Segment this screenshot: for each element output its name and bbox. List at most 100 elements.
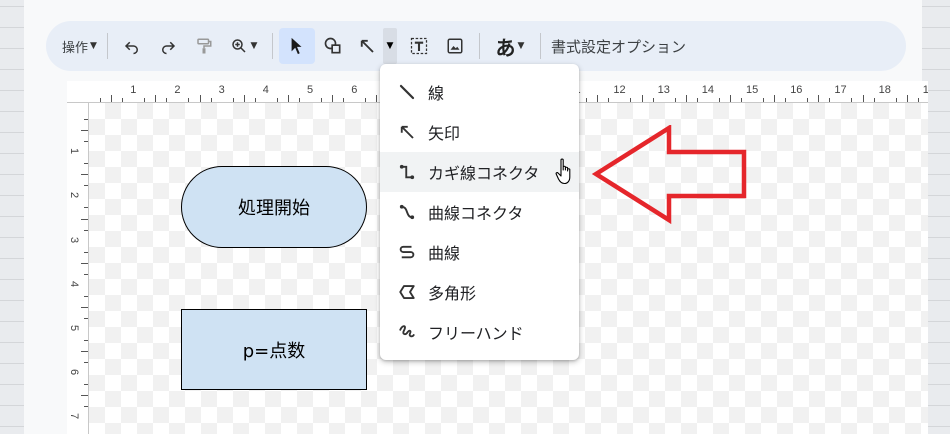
line-icon [396, 81, 418, 103]
polyline-icon [396, 281, 418, 303]
ruler-tick [254, 98, 256, 102]
ruler-tick [84, 119, 88, 121]
ruler-tick [81, 306, 88, 308]
shape-tool-button[interactable] [315, 28, 351, 64]
word-art-button[interactable]: あ ▼ [486, 28, 534, 64]
ruler-tick [84, 273, 88, 275]
ruler-number: 5 [307, 84, 314, 96]
paint-format-icon [197, 38, 212, 54]
ruler-tick [829, 98, 831, 102]
image-button[interactable] [437, 28, 473, 64]
ruler-tick [81, 130, 88, 132]
ruler-number: 5 [68, 324, 81, 332]
ruler-tick [84, 406, 88, 408]
ruler-tick [210, 98, 212, 102]
ruler-tick [851, 98, 853, 102]
shape-icon [324, 37, 341, 54]
ruler-tick [685, 95, 687, 102]
ruler-tick [84, 295, 88, 297]
menu-item-elbow-connector[interactable]: カギ線コネクタ [380, 152, 579, 192]
menu-item-curved-connector[interactable]: 曲線コネクタ [380, 192, 579, 232]
ruler-tick [917, 98, 919, 102]
image-icon [447, 38, 463, 54]
curve-icon [396, 241, 418, 263]
ruler-tick [166, 98, 168, 102]
ruler-tick [111, 95, 113, 102]
toolbar-divider [106, 33, 108, 59]
ruler-number: 18 [878, 84, 891, 96]
ruler-tick [332, 95, 334, 102]
ruler-tick [774, 95, 776, 102]
menu-item-label: 曲線コネクタ [428, 204, 524, 223]
ruler-tick [81, 351, 88, 353]
redo-button[interactable] [150, 28, 186, 64]
ruler-tick [652, 98, 654, 102]
menu-item-arrow[interactable]: 矢印 [380, 112, 579, 152]
chevron-down-icon: ▼ [250, 41, 258, 51]
ruler-tick [321, 98, 323, 102]
ruler-tick [763, 98, 765, 102]
line-tool-dropdown-button[interactable]: ▼ [382, 28, 397, 64]
toolbar-divider [478, 33, 480, 59]
ruler-tick [597, 95, 599, 102]
scribble-icon [396, 321, 418, 343]
menu-item-polyline[interactable]: 多角形 [380, 272, 579, 312]
menu-item-label: フリーハンド [428, 324, 524, 343]
ruler-number: 4 [68, 280, 81, 287]
ruler-tick [276, 98, 278, 102]
ruler-tick [895, 98, 897, 102]
vertical-ruler: 1 2 3 4 5 6 7 [67, 103, 89, 434]
line-tool-button[interactable] [351, 28, 383, 64]
ruler-tick [84, 163, 88, 165]
ruler-tick [144, 98, 146, 102]
menu-item-curve[interactable]: 曲線 [380, 232, 579, 272]
ruler-tick [740, 98, 742, 102]
menu-item-freehand[interactable]: フリーハンド [380, 312, 579, 352]
menu-item-line[interactable]: 線 [380, 72, 579, 112]
ruler-tick [365, 98, 367, 102]
arrow-icon [360, 39, 374, 53]
ruler-tick [199, 95, 201, 102]
cursor-pointer-icon [291, 37, 302, 55]
undo-icon [124, 41, 138, 55]
toolbar-divider [271, 33, 273, 59]
menu-item-label: 多角形 [428, 284, 477, 303]
chevron-down-icon: ▼ [90, 41, 97, 51]
ruler-tick [718, 98, 720, 102]
ruler-tick [862, 95, 864, 102]
ruler-number: 6 [68, 369, 81, 376]
ruler-tick [785, 98, 787, 102]
ruler-tick [188, 98, 190, 102]
select-tool-button[interactable] [278, 28, 315, 64]
flowchart-process-shape[interactable]: p=点数 [181, 309, 367, 390]
ruler-number: 17 [834, 84, 847, 96]
menu-item-label: 矢印 [428, 124, 461, 143]
format-options-button[interactable]: 書式設定オプション [547, 28, 690, 64]
text-box-button[interactable] [401, 28, 437, 64]
ruler-tick [376, 95, 378, 102]
ruler-tick [122, 98, 124, 102]
ruler-number: 1 [130, 84, 137, 96]
ruler-number: 12 [613, 84, 626, 96]
elbow-connector-icon [396, 161, 418, 183]
zoom-button[interactable]: ▼ [222, 28, 266, 64]
ruler-number: 15 [746, 84, 759, 96]
actions-menu-button[interactable]: 操作 ▼ [58, 28, 101, 64]
ruler-tick [155, 95, 157, 102]
line-type-menu: 線 矢印 カギ線コネクタ 曲線コネクタ 曲線 多角形 フリーハンド [380, 64, 579, 360]
undo-button[interactable] [114, 28, 150, 64]
ruler-number: 2 [174, 84, 181, 96]
ruler-tick [298, 98, 300, 102]
paint-format-button[interactable] [186, 28, 222, 64]
ruler-tick [608, 98, 610, 102]
ruler-number: 7 [68, 413, 81, 420]
ruler-number: 2 [68, 192, 81, 199]
ruler-tick [84, 384, 88, 386]
curved-connector-icon [396, 201, 418, 223]
chevron-down-icon: ▼ [386, 41, 394, 51]
shape-label: p=点数 [242, 340, 306, 362]
ruler-tick [630, 98, 632, 102]
ruler-number: 4 [262, 84, 269, 96]
flowchart-terminator-shape[interactable]: 処理開始 [181, 166, 367, 248]
actions-label: 操作 [62, 40, 89, 56]
